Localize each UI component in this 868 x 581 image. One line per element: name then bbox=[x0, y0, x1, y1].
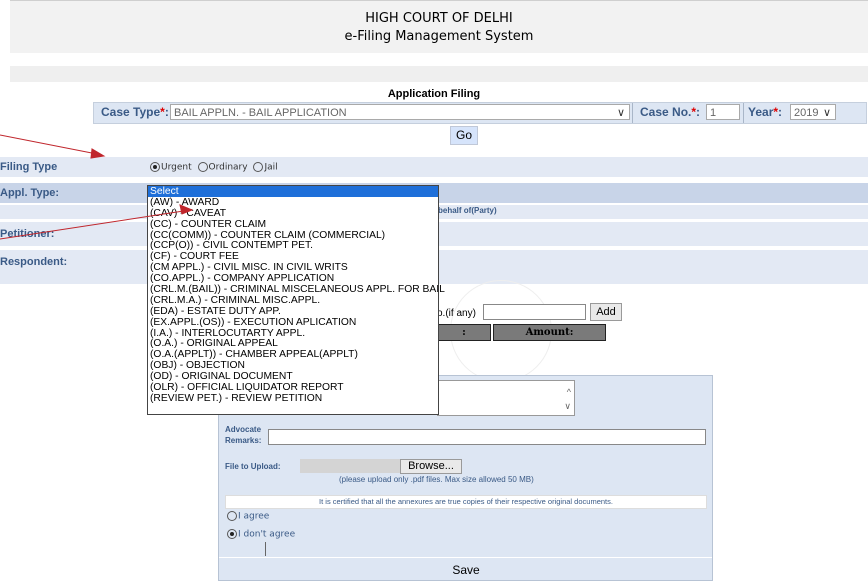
arrow-line-appl-type bbox=[0, 209, 191, 240]
arrow-line-filing-type bbox=[0, 134, 103, 156]
arrow-head-icon bbox=[179, 204, 194, 215]
arrow-head-icon bbox=[90, 148, 106, 159]
annotation-arrows bbox=[0, 134, 194, 240]
